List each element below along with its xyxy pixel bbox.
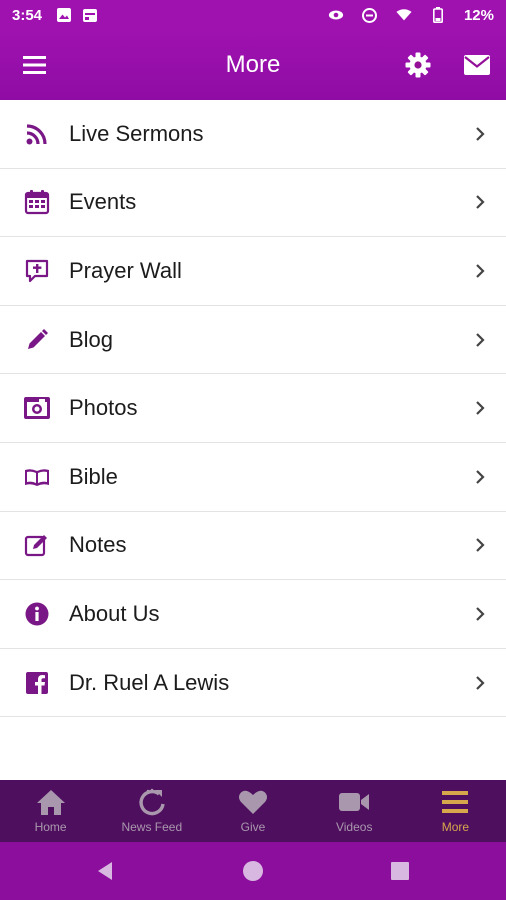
menu-item-prayer-wall[interactable]: Prayer Wall	[0, 237, 506, 306]
tab-home[interactable]: Home	[0, 780, 101, 842]
menu-item-label: Photos	[69, 395, 138, 421]
menu-item-facebook[interactable]: Dr. Ruel A Lewis	[0, 649, 506, 718]
pencil-icon	[22, 325, 52, 355]
menu-item-label: Notes	[69, 532, 127, 558]
chevron-right-icon	[476, 607, 485, 621]
wifi-icon	[396, 8, 412, 22]
menu-item-blog[interactable]: Blog	[0, 306, 506, 375]
home-circle-icon	[243, 861, 263, 881]
hamburger-menu-button[interactable]	[22, 53, 48, 77]
chevron-right-icon	[476, 127, 485, 141]
calendar-icon	[22, 187, 52, 217]
menu-item-events[interactable]: Events	[0, 169, 506, 238]
app-bar: More	[0, 30, 506, 100]
menu-item-notes[interactable]: Notes	[0, 512, 506, 581]
menu-item-photos[interactable]: Photos	[0, 374, 506, 443]
prayer-icon	[22, 256, 52, 286]
tab-videos[interactable]: Videos	[304, 780, 405, 842]
menu-item-label: Dr. Ruel A Lewis	[69, 669, 230, 695]
status-bar: 3:54 12%	[0, 0, 506, 30]
chevron-right-icon	[476, 469, 485, 484]
menu-icon	[439, 786, 471, 818]
chevron-right-icon	[476, 264, 485, 278]
book-icon	[22, 462, 52, 492]
back-triangle-icon	[98, 862, 112, 880]
heart-icon	[237, 786, 269, 818]
tab-label: Home	[34, 820, 67, 834]
menu-item-label: About Us	[69, 600, 160, 626]
camera-icon	[22, 393, 52, 423]
battery-icon	[430, 7, 446, 23]
tab-news-feed[interactable]: News Feed	[101, 780, 202, 842]
facebook-icon	[22, 668, 52, 698]
chevron-right-icon	[476, 401, 485, 415]
tab-give[interactable]: Give	[202, 780, 303, 842]
menu-item-label: Live Sermons	[69, 120, 204, 146]
tab-label: Give	[240, 820, 266, 834]
video-icon	[338, 786, 370, 818]
bottom-tab-bar: Home News Feed Give Videos More	[0, 780, 506, 842]
calendar-notification-icon	[82, 8, 98, 22]
home-nav-button[interactable]	[241, 859, 265, 883]
menu-item-bible[interactable]: Bible	[0, 443, 506, 512]
chevron-right-icon	[476, 538, 485, 553]
chevron-right-icon	[476, 675, 485, 690]
mail-icon	[464, 55, 490, 75]
image-notification-icon	[56, 8, 72, 22]
info-icon	[22, 599, 52, 629]
tab-label: News Feed	[121, 820, 183, 834]
recents-square-icon	[391, 862, 409, 880]
messages-button[interactable]	[463, 54, 491, 76]
menu-icon	[23, 56, 46, 74]
tab-more[interactable]: More	[405, 780, 506, 842]
battery-level: 12%	[463, 6, 494, 24]
back-button[interactable]	[94, 859, 118, 883]
status-time: 3:54	[12, 6, 43, 24]
tab-label: Videos	[335, 820, 373, 834]
menu-item-live-sermons[interactable]: Live Sermons	[0, 100, 506, 169]
chevron-right-icon	[476, 195, 485, 210]
system-navigation-bar	[0, 842, 506, 900]
tab-label: More	[441, 820, 470, 834]
menu-item-label: Prayer Wall	[69, 257, 182, 283]
more-menu-list: Live Sermons Events Prayer Wall Blog Pho…	[0, 100, 506, 718]
do-not-disturb-icon	[362, 7, 378, 23]
refresh-icon	[136, 786, 168, 818]
rss-icon	[22, 119, 52, 149]
menu-item-about-us[interactable]: About Us	[0, 580, 506, 649]
chevron-right-icon	[476, 332, 485, 347]
eye-icon	[328, 8, 344, 22]
menu-item-label: Events	[69, 189, 137, 215]
gear-icon	[405, 52, 431, 78]
notes-icon	[22, 530, 52, 560]
recents-button[interactable]	[388, 859, 412, 883]
home-icon	[35, 786, 67, 818]
menu-item-label: Bible	[69, 463, 118, 489]
menu-item-label: Blog	[69, 326, 114, 352]
settings-button[interactable]	[405, 52, 431, 78]
